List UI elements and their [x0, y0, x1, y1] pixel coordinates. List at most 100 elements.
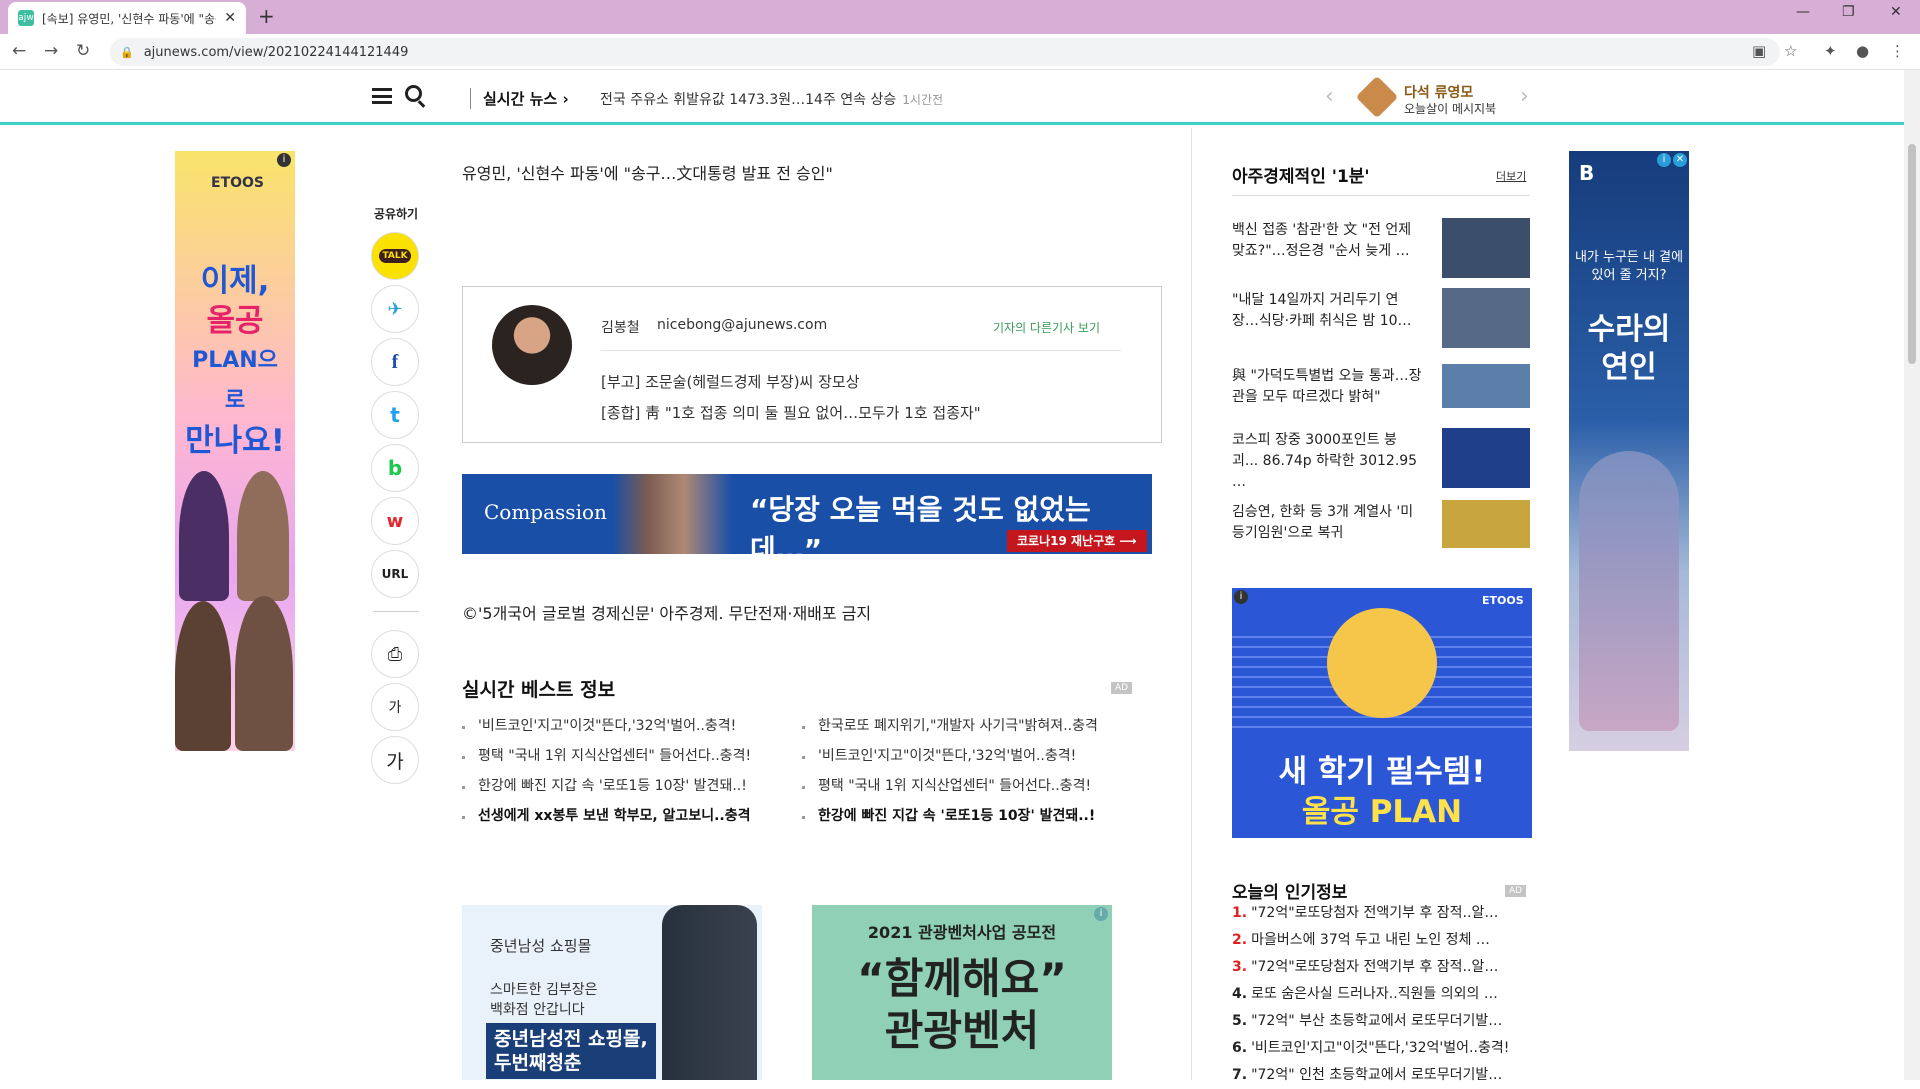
print-icon[interactable]: ⎙ [371, 630, 419, 678]
back-icon[interactable]: ← [12, 41, 26, 61]
ad-title: 2021 관광벤처사업 공모전 [867, 923, 1057, 942]
browser-tabbar: ajw [속보] 유영민, '신현수 파동'에 "송구… ✕ + — ❐ ✕ [0, 0, 1920, 34]
url-text: ajunews.com/view/20210224144121449 [143, 44, 409, 60]
reporter-email[interactable]: nicebong@ajunews.com [657, 317, 827, 333]
left-sky-ad[interactable]: i ETOOS 이제, 올공 PLAN으로 만나요! [175, 151, 295, 751]
tourism-venture-ad[interactable]: i 2021 관광벤처사업 공모전 “함께해요” 관광벤처 [812, 905, 1112, 1080]
reporter-more-link[interactable]: 기자의 다른기사 보기 [993, 319, 1100, 336]
address-bar[interactable]: 🔒 ajunews.com/view/20210224144121449 [110, 38, 1780, 66]
reporter-article-link[interactable]: [부고] 조문술(헤럴드경제 부장)씨 장모상 [601, 371, 860, 392]
ad-info-icon[interactable]: i [1657, 153, 1671, 167]
close-window-icon[interactable]: ✕ [1890, 4, 1902, 20]
column-name[interactable]: 다석 류영모 [1404, 82, 1473, 102]
best-info-list-right: 한국로또 폐지위기,"개발자 사기극"밝혀져..충격 '비트코인'지고"이것"뜬… [802, 711, 1098, 831]
popular-info-link[interactable]: 5. "72억" 부산 초등학교에서 로또무더기발… [1232, 1008, 1532, 1035]
reporter-box: 김봉철 nicebong@ajunews.com 기자의 다른기사 보기 [부고… [462, 286, 1162, 443]
best-info-link[interactable]: 한강에 빠진 지갑 속 '로또1등 10장' 발견돼..! [802, 801, 1098, 831]
font-decrease-button[interactable]: 가 [371, 683, 419, 731]
popular-info-link[interactable]: 2. 마을버스에 37억 두고 내린 노인 정체 … [1232, 927, 1532, 954]
ad-subtitle: 스마트한 김부장은 백화점 안갑니다 [490, 982, 598, 1018]
popular-info-link[interactable]: 3. "72억"로또당첨자 전액기부 후 잠적..알… [1232, 954, 1532, 981]
ad-headline: 중년남성전 쇼핑몰, 두번째청춘 [486, 1023, 656, 1079]
scrollbar-thumb[interactable] [1908, 144, 1916, 364]
minimize-icon[interactable]: — [1796, 4, 1810, 20]
cast-icon[interactable]: ▣ [1752, 42, 1766, 60]
sidebar-title: 아주경제적인 '1분' [1232, 167, 1370, 187]
share-bar: 공유하기 TALK ✈ f t b w URL ⎙ 가 가 [371, 205, 421, 789]
forward-icon[interactable]: → [44, 41, 58, 61]
search-icon[interactable] [405, 85, 422, 102]
chevron-right-icon[interactable]: › [1520, 84, 1529, 109]
best-info-link[interactable]: 한국로또 폐지위기,"개발자 사기극"밝혀져..충격 [802, 711, 1098, 741]
column-subtitle: 오늘살이 메시지북 [1404, 102, 1497, 116]
banner-photo [612, 474, 732, 554]
etoos-box-ad[interactable]: i ETOOS 새 학기 필수템! 올공 PLAN [1232, 588, 1532, 838]
mens-fashion-ad[interactable]: 중년남성 쇼핑몰 스마트한 김부장은 백화점 안갑니다 중년남성전 쇼핑몰, 두번째… [462, 905, 762, 1080]
sidebar-news-item[interactable]: "내달 14일까지 거리두기 연장…식당·카페 취식은 밤 10… [1232, 288, 1532, 350]
site-favicon-icon: ajw [18, 10, 34, 26]
reporter-divider [601, 350, 1121, 351]
band-share-icon[interactable]: b [371, 444, 419, 492]
best-info-link[interactable]: 평택 "국내 1위 지식산업센터" 들어선다..충격! [802, 771, 1098, 801]
best-info-link[interactable]: 한강에 빠진 지갑 속 '로또1등 10장' 발견돼..! [462, 771, 751, 801]
article-headline: 유영민, '신현수 파동'에 "송구…文대통령 발표 전 승인" [462, 164, 833, 183]
close-tab-icon[interactable]: ✕ [224, 10, 236, 26]
sidebar-news-item[interactable]: 김승연, 한화 등 3개 계열사 '미등기임원'으로 복귀 [1232, 500, 1532, 562]
ticker-headline[interactable]: 전국 주유소 휘발유값 1473.3원…14주 연속 상승 [600, 92, 896, 108]
sidebar-news-item[interactable]: 與 "가덕도특별법 오늘 통과…장관을 모두 따르겠다 밝혀" [1232, 364, 1532, 426]
live-news-label[interactable]: 실시간 뉴스 › [470, 88, 569, 109]
facebook-share-icon[interactable]: f [371, 338, 419, 386]
browser-tab[interactable]: ajw [속보] 유영민, '신현수 파동'에 "송구… ✕ [8, 2, 246, 34]
best-info-link[interactable]: 선생에게 xx봉투 보낸 학부모, 알고보니..충격 [462, 801, 751, 831]
popular-info-link[interactable]: 6. '비트코인'지고"이것"뜬다,'32억'벌어..충격! [1232, 1035, 1532, 1062]
ad-close-icon[interactable]: ✕ [1673, 153, 1687, 167]
bookmark-star-icon[interactable]: ☆ [1784, 42, 1797, 60]
profile-icon[interactable]: ● [1856, 42, 1869, 60]
best-info-link[interactable]: '비트코인'지고"이것"뜬다,'32억'벌어..충격! [462, 711, 751, 741]
new-tab-icon[interactable]: + [258, 4, 275, 28]
reload-icon[interactable]: ↻ [76, 41, 90, 61]
share-divider [373, 611, 419, 612]
url-copy-button[interactable]: URL [371, 550, 419, 598]
best-info-link[interactable]: 평택 "국내 1위 지식산업센터" 들어선다..충격! [462, 741, 751, 771]
sidebar-more-link[interactable]: 더보기 [1496, 168, 1526, 184]
ad-info-icon[interactable]: i [277, 153, 291, 167]
page-scrollbar[interactable] [1904, 70, 1920, 1080]
compassion-banner-ad[interactable]: Compassion “당장 오늘 먹을 것도 없었는데…” 코로나19 재난구… [462, 474, 1152, 554]
reporter-article-link[interactable]: [종합] 靑 "1호 접종 의미 둘 필요 없어…모두가 1호 접종자" [601, 402, 981, 423]
ad-people-image [175, 471, 295, 751]
ad-brand: ETOOS [211, 175, 264, 191]
twitter-share-icon[interactable]: t [371, 391, 419, 439]
ad-info-icon[interactable]: i [1234, 590, 1248, 604]
sidebar-news-item[interactable]: 백신 접종 '참관'한 文 "전 언제 맞죠?"…정은경 "순서 늦게 … [1232, 218, 1532, 280]
font-increase-button[interactable]: 가 [371, 736, 419, 784]
best-info-link[interactable]: '비트코인'지고"이것"뜬다,'32억'벌어..충격! [802, 741, 1098, 771]
article-body: 유영민, '신현수 파동'에 "송구…文대통령 발표 전 승인" [462, 160, 1152, 184]
popular-info-link[interactable]: 7. "72억" 인천 초등학교에서 로또무더기발… [1232, 1062, 1532, 1089]
ad-headline: 이제, 올공 PLAN으로 만나요! [185, 263, 285, 459]
chevron-left-icon[interactable]: ‹ [1325, 84, 1334, 109]
menu-kebab-icon[interactable]: ⋮ [1890, 42, 1905, 60]
ad-headline: “함께해요” 관광벤처 [857, 954, 1067, 1055]
restore-icon[interactable]: ❐ [1842, 4, 1855, 20]
ad-label: AD [1111, 682, 1133, 694]
banner-tag[interactable]: 코로나19 재난구호 ⟶ [1007, 530, 1147, 552]
ad-headline: 새 학기 필수템! [1278, 754, 1486, 790]
reporter-name: 김봉철 [601, 320, 640, 336]
share-label: 공유하기 [373, 207, 419, 221]
news-thumbnail [1442, 428, 1530, 488]
compassion-logo: Compassion [484, 500, 607, 524]
news-thumbnail [1442, 500, 1530, 548]
popular-info-link[interactable]: 1. "72억"로또당첨자 전액기부 후 잠적..알… [1232, 900, 1532, 927]
kakaotalk-share-icon[interactable]: TALK [371, 232, 419, 280]
extensions-icon[interactable]: ✦ [1824, 42, 1837, 60]
popular-info-link[interactable]: 4. 로또 숨은사실 드러나자..직원들 의외의 … [1232, 981, 1532, 1008]
weibo-share-icon[interactable]: w [371, 497, 419, 545]
best-info-list-left: '비트코인'지고"이것"뜬다,'32억'벌어..충격! 평택 "국내 1위 지식… [462, 711, 751, 831]
news-ticker[interactable]: 전국 주유소 휘발유값 1473.3원…14주 연속 상승 1시간전 [600, 89, 943, 109]
hamburger-menu-icon[interactable] [372, 88, 392, 104]
telegram-share-icon[interactable]: ✈ [371, 285, 419, 333]
right-sky-ad[interactable]: i ✕ B 내가 누구든 내 곁에 있어 줄 거지? 수라의 연인 [1569, 151, 1689, 751]
sidebar-news-item[interactable]: 코스피 장중 3000포인트 붕괴... 86.74p 하락한 3012.95 … [1232, 428, 1532, 490]
column-divider [1191, 128, 1192, 1080]
